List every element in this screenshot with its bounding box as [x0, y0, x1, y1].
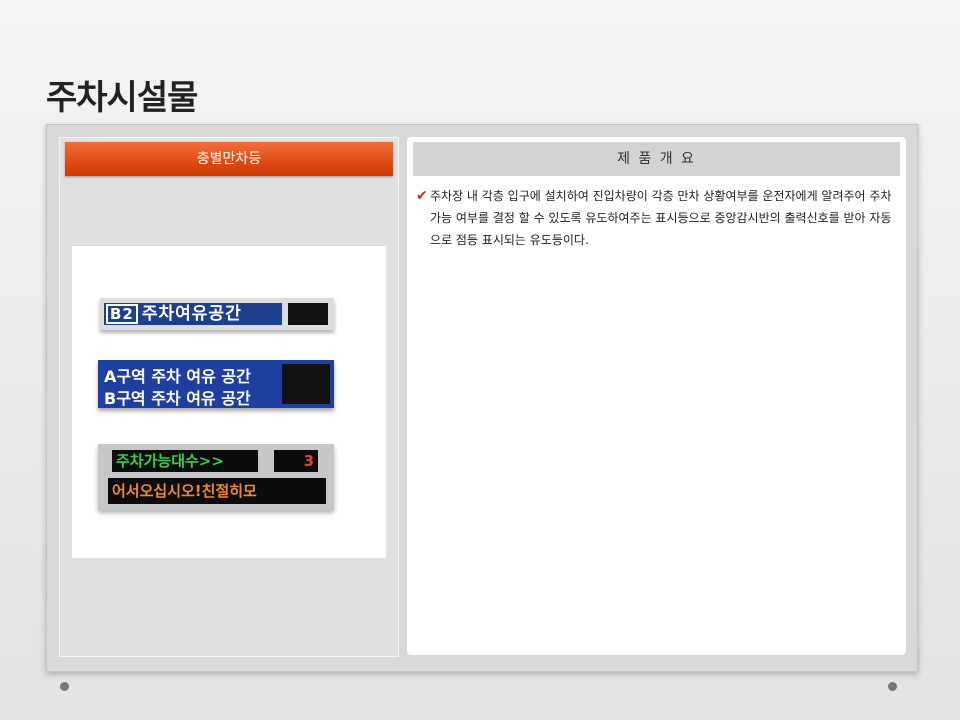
left-panel-header: 층별만차등	[65, 142, 393, 176]
sign-b2-label: B2 주차여유공간	[104, 303, 282, 325]
sign-b2-text: 주차여유공간	[141, 304, 242, 324]
sign-zone-b: B구역 주차 여유 공간	[104, 389, 251, 408]
bullet-dot-icon	[60, 682, 69, 691]
sign-b2-parking: B2 주차여유공간	[100, 298, 334, 330]
checkmark-icon: ✔	[416, 188, 428, 204]
slide-title: 주차시설물	[46, 78, 198, 118]
b2-badge: B2	[106, 304, 138, 324]
available-count-value: 3	[274, 450, 318, 472]
sign-zone-parking: A구역 주차 여유 공간 B구역 주차 여유 공간	[98, 360, 334, 408]
sign-zone-a: A구역 주차 여유 공간	[104, 367, 251, 386]
led-display	[288, 303, 328, 325]
description-text: 주차장 내 각층 입구에 설치하여 진입차량이 각층 만차 상황여부를 운전자에…	[430, 189, 892, 247]
bullet-dot-icon	[888, 682, 897, 691]
right-panel-header: 제 품 개 요	[413, 142, 900, 176]
welcome-message: 어서오십시오!친절히모	[108, 478, 326, 504]
sign-led-counter: 주차가능대수>> 3 어서오십시오!친절히모	[98, 444, 334, 510]
led-display	[282, 364, 330, 404]
product-description: ✔ 주차장 내 각층 입구에 설치하여 진입차량이 각층 만차 상황여부를 운전…	[416, 185, 896, 251]
available-count-label: 주차가능대수>>	[112, 450, 258, 472]
